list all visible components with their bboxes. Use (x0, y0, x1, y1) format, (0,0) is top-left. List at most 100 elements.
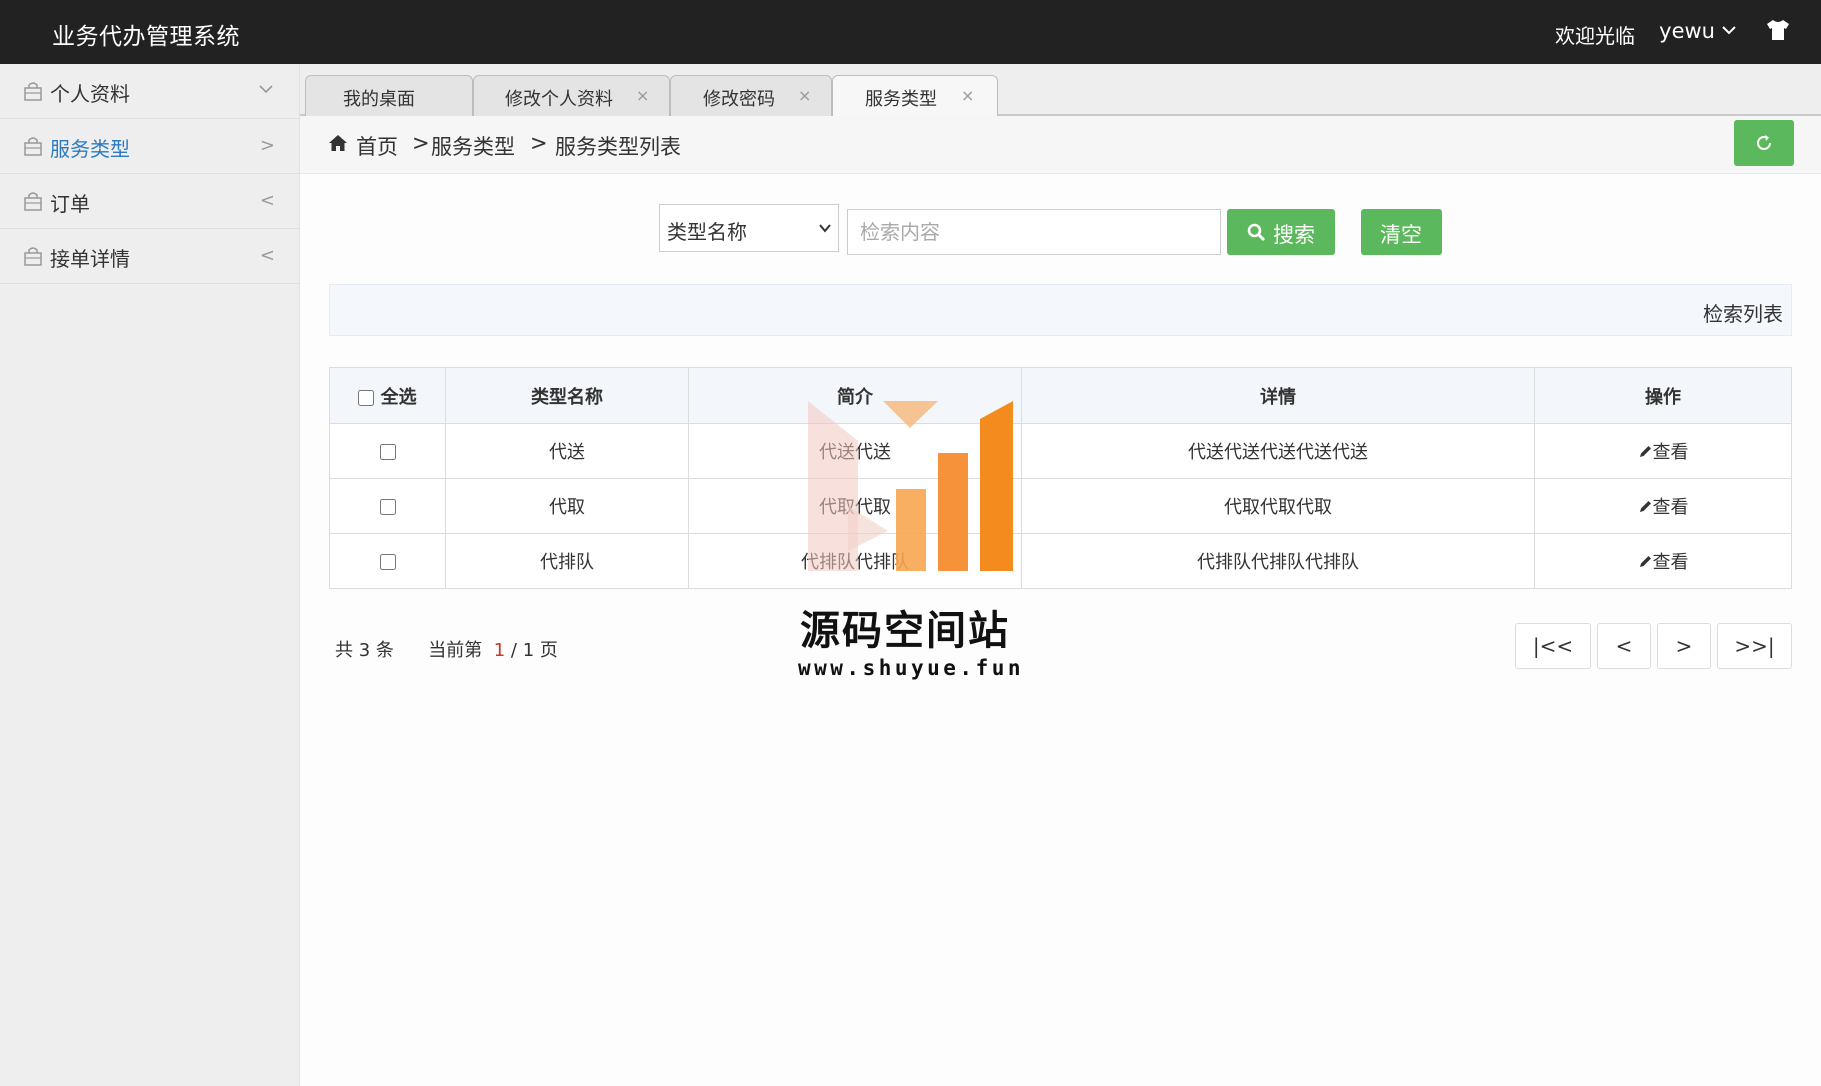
select-all-checkbox[interactable] (358, 389, 375, 406)
chevron-down-icon (257, 80, 275, 103)
sidebar: 个人资料 服务类型 > 订单 < 接单详情 < (0, 64, 300, 1086)
pencil-icon (1639, 446, 1651, 457)
breadcrumb-current: 服务类型列表 (555, 135, 681, 159)
table-row: 代排队 代排队代排队 代排队代排队代排队 查看 (329, 533, 1792, 589)
row-checkbox[interactable] (379, 498, 396, 515)
close-icon[interactable]: × (798, 86, 811, 105)
view-link[interactable]: 查看 (1638, 442, 1689, 463)
column-header-name: 类型名称 (445, 367, 689, 424)
bag-icon (24, 137, 42, 156)
chevron-right-icon: > (259, 135, 275, 156)
tab-bar: 我的桌面 修改个人资料 × 修改密码 × 服务类型 × (300, 64, 1821, 118)
sidebar-item-label: 接单详情 (50, 247, 130, 271)
tab-change-password[interactable]: 修改密码 × (670, 75, 832, 116)
select-all-label: 全选 (380, 386, 417, 408)
top-navbar: 业务代办管理系统 欢迎光临 yewu (0, 0, 1821, 64)
cell-detail: 代排队代排队代排队 (1021, 533, 1535, 589)
close-icon[interactable]: × (961, 86, 974, 105)
prev-page-button[interactable]: < (1597, 623, 1651, 669)
sidebar-item-orders[interactable]: 订单 < (0, 174, 299, 229)
first-page-button[interactable]: |<< (1515, 623, 1591, 669)
chevron-down-icon[interactable] (1721, 22, 1737, 38)
app-title: 业务代办管理系统 (52, 24, 240, 50)
sidebar-item-profile[interactable]: 个人资料 (0, 64, 299, 119)
column-header-action: 操作 (1534, 367, 1792, 424)
refresh-button[interactable] (1734, 120, 1794, 166)
list-header: 检索列表 (329, 284, 1792, 336)
refresh-icon (1757, 135, 1771, 150)
watermark-url: www.shuyue.fun (798, 656, 1025, 680)
tab-label: 我的桌面 (343, 89, 415, 110)
sidebar-item-label: 服务类型 (50, 137, 130, 161)
pagination-info: 共 3 条 当前第 1 / 1 页 (335, 636, 558, 662)
tab-desktop[interactable]: 我的桌面 (305, 75, 473, 116)
pencil-icon (1639, 556, 1651, 567)
sidebar-item-order-details[interactable]: 接单详情 < (0, 229, 299, 284)
tab-label: 修改个人资料 (505, 89, 613, 110)
close-icon[interactable]: × (636, 86, 649, 105)
home-icon (329, 135, 347, 151)
table-header-row: 全选 类型名称 简介 详情 操作 (329, 367, 1792, 424)
list-title: 检索列表 (1703, 302, 1783, 326)
row-select-cell (329, 478, 446, 534)
breadcrumb: 首页 > 服务类型 > 服务类型列表 (300, 116, 1821, 174)
pencil-icon (1639, 501, 1651, 512)
search-input[interactable] (847, 209, 1221, 255)
cell-name: 代排队 (445, 533, 689, 589)
theme-shirt-icon[interactable] (1765, 18, 1791, 42)
search-button[interactable]: 搜索 (1227, 209, 1335, 255)
breadcrumb-home[interactable]: 首页 (356, 131, 398, 161)
chevron-left-icon: < (259, 245, 275, 266)
view-link-label: 查看 (1652, 497, 1689, 518)
service-type-table: 全选 类型名称 简介 详情 操作 代送 代送代送 代送代送代送代送代送 查看 (329, 367, 1792, 589)
row-checkbox[interactable] (379, 443, 396, 460)
current-prefix: 当前第 (428, 640, 483, 661)
table-row: 代送 代送代送 代送代送代送代送代送 查看 (329, 423, 1792, 479)
bag-icon (24, 192, 42, 211)
welcome-text: 欢迎光临 (1555, 24, 1635, 48)
tab-edit-profile[interactable]: 修改个人资料 × (473, 75, 670, 116)
view-link[interactable]: 查看 (1638, 497, 1689, 518)
total-prefix: 共 (335, 640, 353, 661)
next-page-button[interactable]: > (1657, 623, 1711, 669)
view-link[interactable]: 查看 (1638, 552, 1689, 573)
table-row: 代取 代取代取 代取代取代取 查看 (329, 478, 1792, 534)
sidebar-item-service-type[interactable]: 服务类型 > (0, 119, 299, 174)
bag-icon (24, 247, 42, 266)
chevron-left-icon: < (259, 190, 275, 211)
breadcrumb-separator: > (530, 131, 548, 155)
clear-button[interactable]: 清空 (1361, 209, 1442, 255)
search-field-select[interactable]: 类型名称 (659, 204, 839, 252)
bag-icon (24, 82, 42, 101)
row-select-cell (329, 423, 446, 479)
tab-service-type[interactable]: 服务类型 × (832, 75, 998, 118)
column-header-detail: 详情 (1021, 367, 1535, 424)
cell-detail: 代送代送代送代送代送 (1021, 423, 1535, 479)
total-suffix: 条 (375, 640, 394, 661)
current-page: 1 (493, 640, 506, 661)
breadcrumb-service-type[interactable]: 服务类型 (431, 131, 515, 161)
watermark-name: 源码空间站 (800, 608, 1010, 654)
cell-detail: 代取代取代取 (1021, 478, 1535, 534)
last-page-button[interactable]: >>| (1717, 623, 1792, 669)
main-content: 首页 > 服务类型 > 服务类型列表 类型名称 搜索 清空 检索列表 全选 类型… (300, 116, 1821, 1086)
breadcrumb-separator: > (412, 131, 430, 155)
sidebar-item-label: 个人资料 (50, 82, 130, 106)
user-menu[interactable]: yewu (1659, 19, 1715, 43)
cell-name: 代取 (445, 478, 689, 534)
search-field-select-value: 类型名称 (667, 220, 747, 244)
watermark-logo (808, 401, 1013, 571)
tab-label: 服务类型 (865, 89, 937, 110)
clear-button-label: 清空 (1380, 223, 1422, 247)
cell-action: 查看 (1534, 478, 1792, 534)
cell-action: 查看 (1534, 423, 1792, 479)
row-checkbox[interactable] (379, 553, 396, 570)
search-icon (1247, 223, 1266, 242)
sidebar-item-label: 订单 (50, 192, 90, 216)
cell-action: 查看 (1534, 533, 1792, 589)
tab-label: 修改密码 (703, 89, 775, 110)
row-select-cell (329, 533, 446, 589)
chevron-down-icon (819, 224, 831, 233)
view-link-label: 查看 (1652, 552, 1689, 573)
search-button-label: 搜索 (1273, 223, 1315, 247)
